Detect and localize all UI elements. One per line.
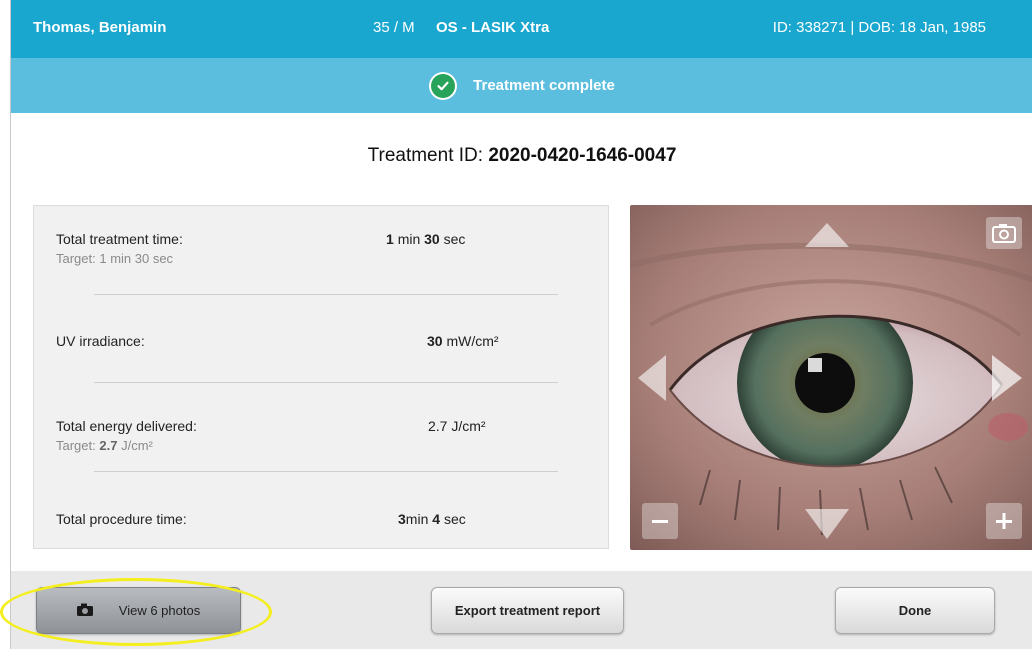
treatment-metrics-panel: Total treatment time: Target: 1 min 30 s… xyxy=(33,205,609,549)
divider xyxy=(94,471,558,472)
app-window: Thomas, Benjamin 35 / M OS - LASIK Xtra … xyxy=(10,0,1032,649)
metric-label: Total energy delivered: xyxy=(56,418,197,434)
status-text: Treatment complete xyxy=(473,77,615,94)
arrow-down-icon[interactable] xyxy=(805,509,849,539)
metric-energy-delivered: Total energy delivered: Target: 2.7 J/cm… xyxy=(56,418,586,453)
action-footer: View 6 photos Export treatment report Do… xyxy=(11,571,1032,649)
treatment-id-value: 2020-0420-1646-0047 xyxy=(488,145,677,166)
metric-procedure-time: Total procedure time: 3min 4 sec xyxy=(56,511,586,527)
view-photos-button[interactable]: View 6 photos xyxy=(36,587,241,634)
done-button[interactable]: Done xyxy=(835,587,995,634)
view-photos-label: View 6 photos xyxy=(118,603,201,618)
procedure-name: OS - LASIK Xtra xyxy=(436,19,550,36)
metric-value: 30 mW/cm² xyxy=(427,333,499,349)
metric-value: 1 min 30 sec xyxy=(386,231,466,247)
metric-target: Target: 1 min 30 sec xyxy=(56,251,174,266)
metric-label: UV irradiance: xyxy=(56,333,145,349)
patient-ids: ID: 338271 | DOB: 18 Jan, 1985 xyxy=(772,19,986,36)
export-report-button[interactable]: Export treatment report xyxy=(431,587,624,634)
arrow-right-icon[interactable] xyxy=(992,355,1022,401)
patient-name: Thomas, Benjamin xyxy=(33,19,167,36)
eye-image xyxy=(630,205,1032,550)
metric-value: 3min 4 sec xyxy=(398,511,466,527)
metric-target: Target: 2.7 J/cm² xyxy=(56,438,153,453)
check-circle-icon xyxy=(429,71,458,100)
metric-treatment-time: Total treatment time: Target: 1 min 30 s… xyxy=(56,231,586,266)
metric-value: 2.7 J/cm² xyxy=(428,418,486,434)
divider xyxy=(94,294,558,295)
status-bar: Treatment complete xyxy=(11,58,1032,113)
treatment-id: Treatment ID: 2020-0420-1646-0047 xyxy=(11,145,1032,167)
patient-age-sex: 35 / M xyxy=(373,19,415,36)
arrow-up-icon[interactable] xyxy=(805,223,849,247)
camera-icon xyxy=(76,603,93,619)
camera-icon[interactable] xyxy=(986,217,1022,249)
arrow-left-icon[interactable] xyxy=(638,355,666,401)
treatment-id-label: Treatment ID: xyxy=(367,145,484,166)
eye-camera-view xyxy=(630,205,1032,550)
metric-label: Total procedure time: xyxy=(56,511,187,527)
minus-icon[interactable] xyxy=(642,503,678,539)
metric-label: Total treatment time: xyxy=(56,231,183,247)
divider xyxy=(94,382,558,383)
patient-header: Thomas, Benjamin 35 / M OS - LASIK Xtra … xyxy=(11,0,1032,58)
metric-uv-irradiance: UV irradiance: 30 mW/cm² xyxy=(56,333,586,349)
plus-icon[interactable] xyxy=(986,503,1022,539)
